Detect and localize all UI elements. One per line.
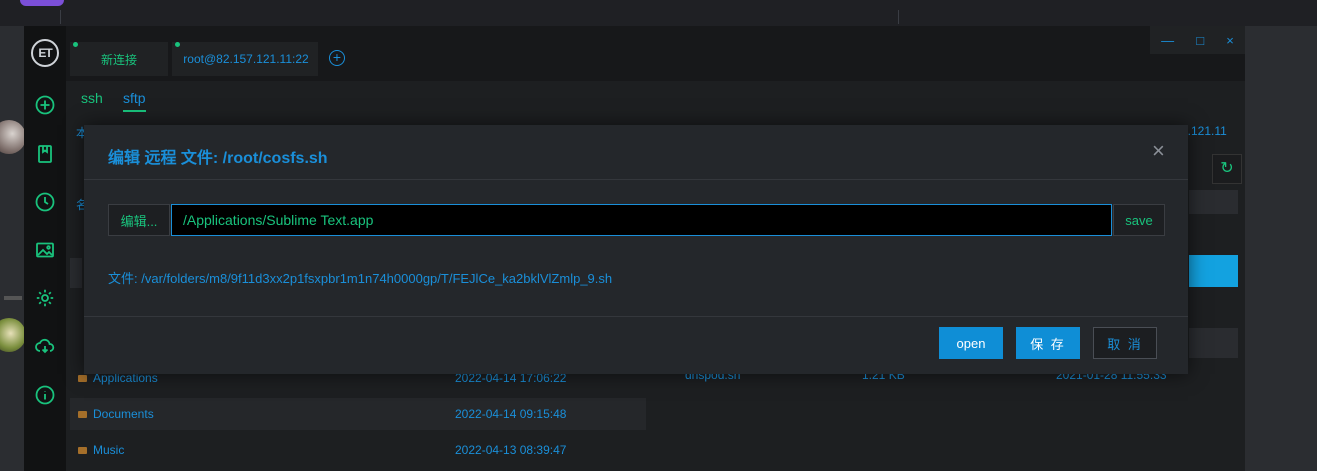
file-date: 2022-04-13 08:39:47 (455, 443, 567, 457)
image-icon[interactable] (34, 239, 56, 261)
file-date: 2022-04-14 09:15:48 (455, 407, 567, 421)
cloud-sync-icon[interactable] (34, 335, 56, 357)
window-controls: — □ × (1150, 26, 1245, 54)
dialog-title: 编辑 远程 文件: /root/cosfs.sh (108, 150, 328, 167)
tab-sftp[interactable]: sftp (123, 90, 146, 112)
cancel-button[interactable]: 取 消 (1093, 327, 1157, 359)
desktop-topbar (0, 0, 1317, 26)
desktop-pill (20, 0, 64, 6)
divider (84, 179, 1188, 180)
save-editor-button[interactable]: save (1113, 204, 1165, 236)
row-strip (70, 258, 82, 288)
selected-row-highlight (1189, 255, 1238, 287)
folder-icon (78, 446, 87, 454)
divider (898, 10, 899, 24)
tab-label: root@82.157.121.11:22 (183, 52, 309, 66)
editor-path-input[interactable] (171, 204, 1112, 236)
temp-file-path: 文件: /var/folders/m8/9f11d3xx2p1fsxpbr1m1… (108, 271, 613, 286)
file-name: Music (93, 443, 125, 457)
desktop-avatar (0, 120, 26, 154)
folder-icon (78, 374, 87, 382)
desktop-avatar (0, 318, 26, 352)
refresh-icon[interactable]: ↻ (1212, 154, 1242, 184)
settings-icon[interactable] (34, 287, 56, 309)
list-item[interactable]: Music 2022-04-13 08:39:47 (70, 434, 646, 466)
list-item[interactable]: Documents 2022-04-14 09:15:48 (70, 398, 646, 430)
tab-bar: 新连接 root@82.157.121.11:22 + (66, 26, 1245, 81)
minimize-button[interactable]: — (1161, 33, 1174, 48)
tab-new-connection[interactable]: 新连接 (70, 42, 168, 76)
close-icon[interactable]: × (1152, 140, 1165, 162)
maximize-button[interactable]: □ (1196, 33, 1204, 48)
add-tab-icon[interactable]: + (329, 50, 345, 66)
bookmark-icon[interactable] (34, 143, 56, 165)
row-strip (1189, 328, 1238, 358)
add-connection-icon[interactable] (34, 94, 56, 116)
file-name: Documents (93, 407, 154, 421)
edit-remote-file-dialog: 编辑 远程 文件: /root/cosfs.sh × 编辑... save 文件… (84, 125, 1188, 374)
header-strip (1189, 190, 1238, 214)
divider (60, 10, 61, 24)
close-window-button[interactable]: × (1226, 33, 1234, 48)
tab-remote-host[interactable]: root@82.157.121.11:22 (172, 42, 318, 76)
history-icon[interactable] (34, 191, 56, 213)
open-button[interactable]: open (939, 327, 1003, 359)
divider (84, 316, 1188, 317)
status-dot (175, 42, 180, 47)
sidebar: ET (24, 26, 66, 471)
status-dot (73, 42, 78, 47)
folder-icon (78, 410, 87, 418)
info-icon[interactable] (34, 384, 56, 406)
tab-label: 新连接 (100, 52, 137, 67)
tab-ssh[interactable]: ssh (81, 90, 103, 106)
desktop-dash (4, 296, 22, 300)
app-logo: ET (31, 39, 59, 67)
save-button[interactable]: 保 存 (1016, 327, 1080, 359)
choose-editor-button[interactable]: 编辑... (108, 204, 170, 236)
